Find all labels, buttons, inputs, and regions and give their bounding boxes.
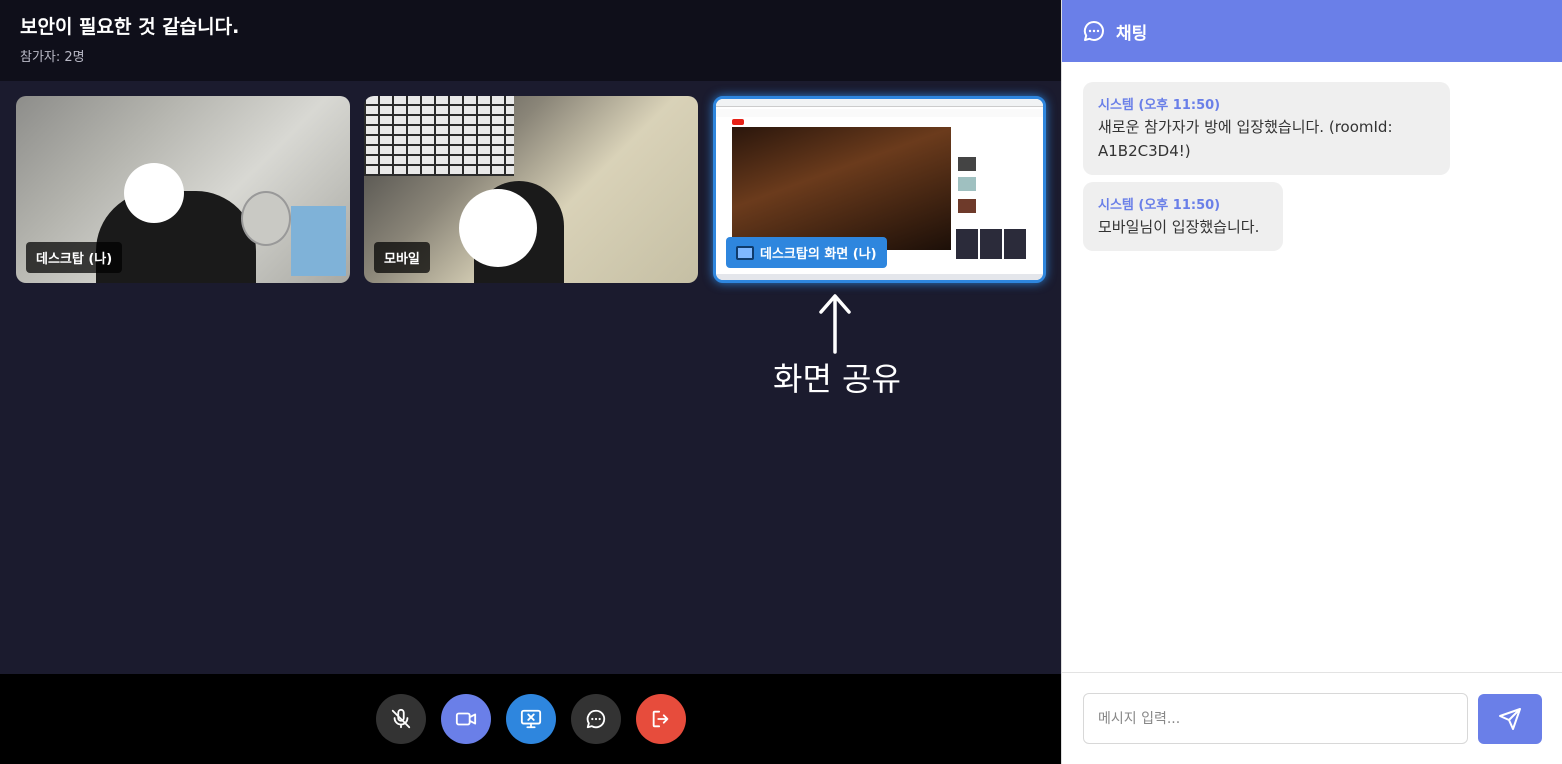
thumbnail bbox=[956, 229, 978, 259]
fan bbox=[241, 191, 291, 246]
shared-video-player bbox=[732, 127, 951, 250]
storage-box bbox=[291, 206, 346, 276]
message-input[interactable] bbox=[1083, 693, 1468, 744]
video-tile-mobile[interactable]: 모바일 bbox=[364, 96, 698, 283]
thumbnail bbox=[1004, 229, 1026, 259]
chat-bubble-icon bbox=[1083, 20, 1104, 41]
camera-toggle-button[interactable] bbox=[441, 694, 491, 744]
message-sender: 시스템 (오후 11:50) bbox=[1098, 98, 1221, 113]
annotation-label: 화면 공유 bbox=[773, 360, 901, 398]
video-icon bbox=[455, 712, 477, 726]
mic-toggle-button[interactable] bbox=[376, 694, 426, 744]
mic-off-icon bbox=[391, 708, 411, 729]
face-blur bbox=[124, 163, 184, 223]
chat-title: 채팅 bbox=[1116, 23, 1148, 44]
thumbnail bbox=[958, 157, 976, 171]
screen-share-icon bbox=[520, 709, 542, 729]
send-icon bbox=[1499, 708, 1521, 730]
thumbnail bbox=[958, 177, 976, 191]
leave-call-button[interactable] bbox=[636, 694, 686, 744]
video-call-app: 보안이 필요한 것 같습니다. 참가자: 2명 데스크탑 (나) 모바일 데스크… bbox=[0, 0, 1562, 764]
monitor-icon bbox=[736, 245, 754, 260]
thumbnail bbox=[980, 229, 1002, 259]
chat-message: 시스템 (오후 11:50) 모바일님이 입장했습니다. bbox=[1083, 182, 1283, 251]
chat-messages: 시스템 (오후 11:50) 새로운 참가자가 방에 입장했습니다. (room… bbox=[1062, 62, 1562, 672]
chat-footer bbox=[1062, 672, 1562, 764]
video-area: 보안이 필요한 것 같습니다. 참가자: 2명 데스크탑 (나) 모바일 데스크… bbox=[0, 0, 1061, 764]
screen-share-button[interactable] bbox=[506, 694, 556, 744]
youtube-logo bbox=[732, 119, 744, 125]
message-text: 새로운 참가자가 방에 입장했습니다. (roomId: A1B2C3D4!) bbox=[1098, 118, 1393, 160]
tile-label: 데스크탑의 화면 (나) bbox=[726, 237, 887, 268]
tile-label: 데스크탑 (나) bbox=[26, 242, 123, 273]
thumbnail bbox=[958, 199, 976, 213]
taskbar bbox=[716, 274, 1043, 280]
chat-message: 시스템 (오후 11:50) 새로운 참가자가 방에 입장했습니다. (room… bbox=[1083, 82, 1450, 175]
call-controls bbox=[0, 674, 1061, 764]
browser-addressbar bbox=[716, 109, 1043, 117]
room-header: 보안이 필요한 것 같습니다. 참가자: 2명 bbox=[0, 0, 1061, 81]
exit-icon bbox=[652, 710, 669, 728]
arrow-up-icon bbox=[819, 294, 851, 354]
message-text: 모바일님이 입장했습니다. bbox=[1098, 218, 1260, 236]
chat-toggle-button[interactable] bbox=[571, 694, 621, 744]
face-blur bbox=[459, 189, 537, 267]
room-title: 보안이 필요한 것 같습니다. bbox=[20, 16, 240, 38]
video-tile-desktop[interactable]: 데스크탑 (나) bbox=[16, 96, 350, 283]
chat-bubble-icon bbox=[586, 709, 606, 729]
chat-header: 채팅 bbox=[1062, 0, 1562, 62]
send-button[interactable] bbox=[1478, 694, 1542, 744]
tile-label-text: 데스크탑의 화면 (나) bbox=[760, 247, 877, 262]
video-tile-screen-share[interactable]: 데스크탑의 화면 (나) bbox=[713, 96, 1046, 283]
chat-panel: 채팅 시스템 (오후 11:50) 새로운 참가자가 방에 입장했습니다. (r… bbox=[1061, 0, 1562, 764]
tile-label: 모바일 bbox=[374, 242, 430, 273]
window-blinds bbox=[364, 96, 514, 176]
browser-tabbar bbox=[716, 99, 1043, 107]
participant-count: 참가자: 2명 bbox=[20, 50, 85, 65]
message-sender: 시스템 (오후 11:50) bbox=[1098, 198, 1221, 213]
